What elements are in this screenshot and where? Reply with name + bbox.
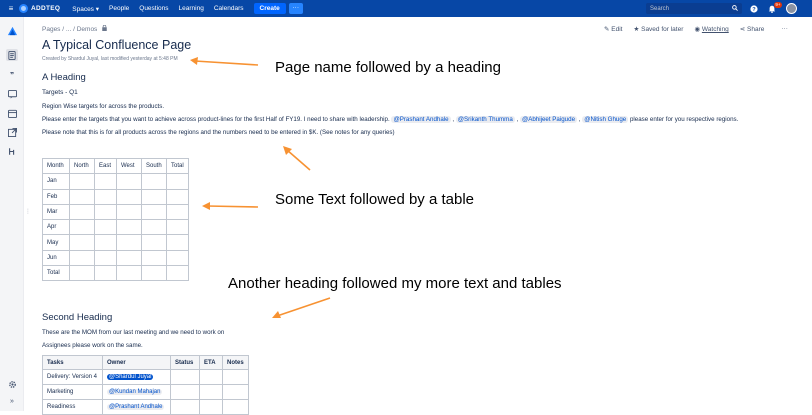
annotation-text-2: Some Text followed by a table bbox=[275, 191, 475, 208]
annotation-text-3: Another heading followed my more text an… bbox=[228, 275, 562, 292]
annotation-arrow-1 bbox=[190, 57, 259, 66]
annotation-text-1: Page name followed by a heading bbox=[275, 59, 501, 76]
annotation-arrow-4 bbox=[272, 297, 331, 318]
annotation-arrow-2 bbox=[283, 146, 311, 171]
annotation-arrow-3 bbox=[202, 202, 259, 210]
